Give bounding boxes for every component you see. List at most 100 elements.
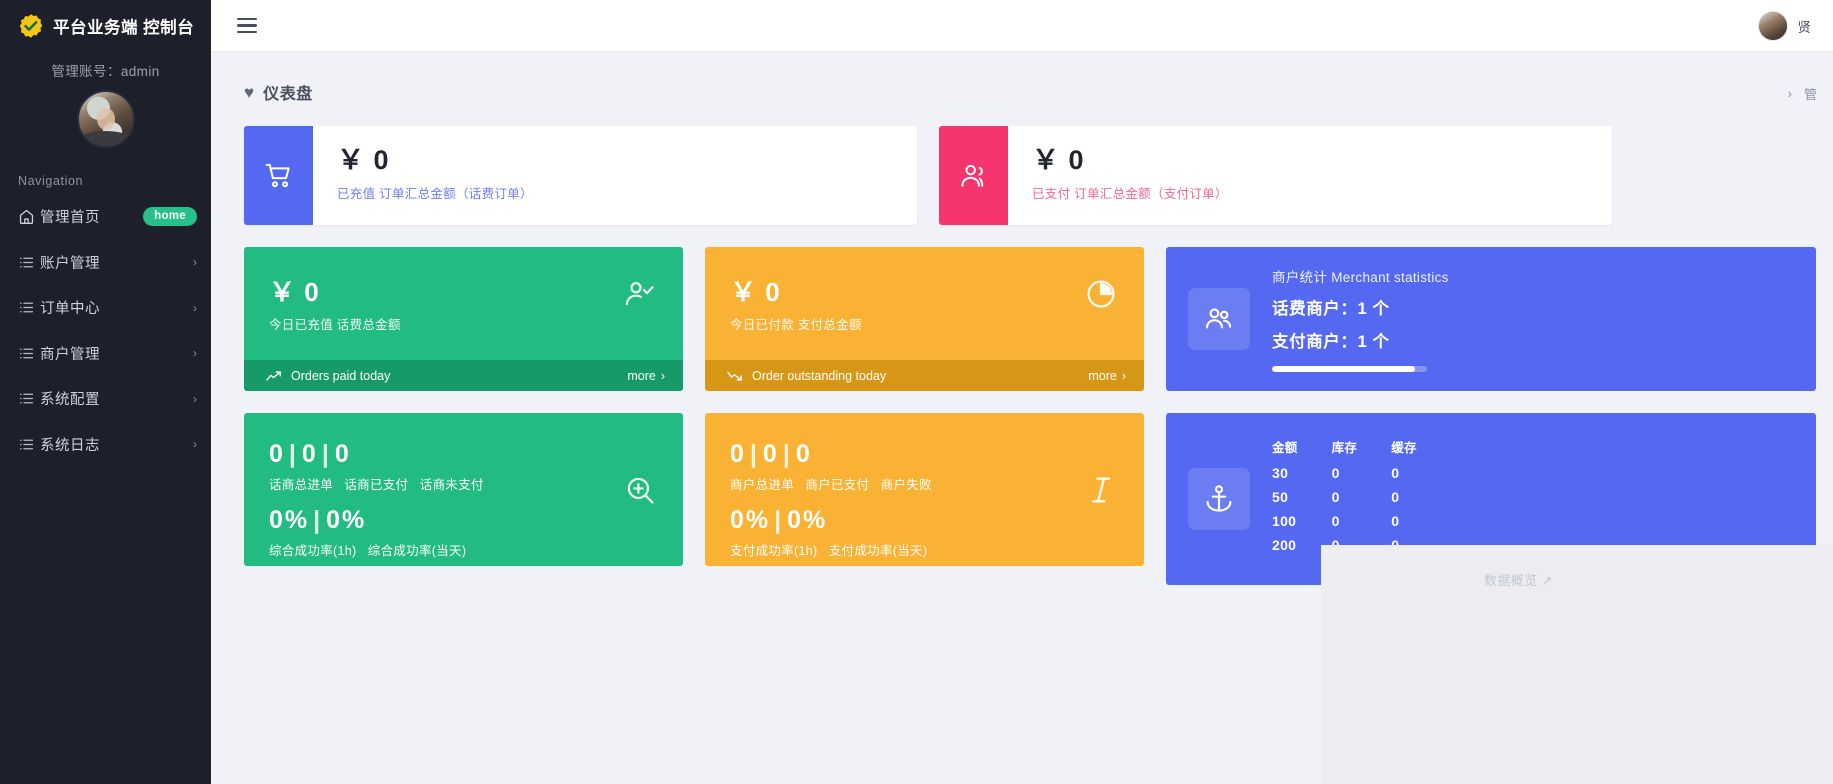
avatar[interactable] (76, 90, 135, 148)
summary-card-body: ￥ 0 已充值 订单汇总金额（话费订单） (313, 126, 917, 225)
more-label: more (627, 368, 656, 383)
count-value: 0 (795, 440, 812, 468)
count-label: 话商总进单 (269, 478, 334, 493)
count-label: 商户失败 (880, 478, 932, 493)
brand-title: 平台业务端 控制台 (53, 19, 195, 37)
merchant-phone-count: 话费商户：1 个 (1272, 300, 1390, 318)
merchant-pay-count: 支付商户：1 个 (1272, 333, 1390, 351)
avatar-image (1758, 11, 1787, 40)
more-link[interactable]: more › (627, 369, 665, 383)
stat-card-top: ￥ 0 今日已充值 话费总金额 (244, 247, 683, 360)
stat-card-footer[interactable]: Order outstanding today more › (705, 360, 1144, 391)
count-label: 商户总进单 (730, 478, 795, 493)
overlay-panel: 数据概览 ↗ 加载中 (1321, 545, 1833, 784)
count-label: 商户已支付 (805, 478, 870, 493)
stat-footer-label: Orders paid today (291, 368, 391, 383)
separator: | (288, 440, 298, 468)
stat-card-footer[interactable]: Orders paid today more › (244, 360, 683, 391)
merchant-panel-title: 商户统计 Merchant statistics (1272, 270, 1449, 285)
summary-card-paid[interactable]: ￥ 0 已支付 订单汇总金额（支付订单） (939, 126, 1612, 225)
chevron-right-icon: › (193, 391, 197, 406)
avatar[interactable] (1757, 10, 1788, 41)
separator: | (749, 440, 759, 468)
cell-amount: 50 (1272, 489, 1289, 505)
count-value: 0 (269, 440, 285, 468)
separator: | (782, 440, 792, 468)
table-row: 30 0 0 (1272, 465, 1451, 489)
sidebar-item-merchant[interactable]: 商户管理 › (0, 331, 211, 377)
count-label: 话商未支付 (419, 478, 484, 493)
rate-label: 综合成功率(1h) (269, 543, 357, 558)
pie-chart-icon (1084, 277, 1118, 311)
merchant-panel-text: 商户统计 Merchant statistics 话费商户：1 个 支付商户：1… (1272, 266, 1449, 372)
rate-value: 0% (787, 506, 828, 535)
anchor-icon (1188, 468, 1250, 530)
stat-subtitle: 今日已付款 支付总金额 (730, 318, 862, 333)
list-icon (18, 299, 40, 316)
summary-card-body: ￥ 0 已支付 订单汇总金额（支付订单） (1008, 126, 1612, 225)
sidebar-item-label: 订单中心 (40, 301, 100, 318)
sidebar-item-home[interactable]: 管理首页 home (0, 194, 211, 240)
stat-card-today-payment[interactable]: ￥ 0 今日已付款 支付总金额 Order outstanding today … (705, 247, 1144, 391)
cell-stock: 0 (1331, 489, 1340, 505)
sidebar-item-label: 系统日志 (40, 437, 100, 454)
rate-label: 支付成功率(当天) (828, 543, 928, 558)
sidebar-item-account[interactable]: 账户管理 › (0, 240, 211, 286)
shopping-cart-icon (244, 126, 313, 225)
count-card-merchant[interactable]: 0 | 0 | 0 商户总进单 商户已支付 商户失败 0% | 0% 支付成功率(1h) (705, 413, 1144, 566)
count-value: 0 (762, 440, 779, 468)
rate-value: 0% (326, 506, 367, 535)
summary-card-recharge[interactable]: ￥ 0 已充值 订单汇总金额（话费订单） (244, 126, 917, 225)
stat-footer-left: Order outstanding today (727, 369, 886, 383)
page-header: ♥ 仪表盘 › 管 (211, 52, 1833, 104)
phone-rates: 0% | 0% (269, 507, 683, 533)
sidebar-item-label: 账户管理 (40, 255, 100, 272)
stat-footer-left: Orders paid today (266, 369, 390, 383)
list-icon (18, 436, 40, 453)
rate-value: 0% (730, 506, 771, 535)
app-root: 平台业务端 控制台 管理账号：admin Navigation 管理首页 hom… (0, 0, 1833, 784)
list-icon (18, 345, 40, 362)
column-header-cache: 缓存 (1391, 441, 1417, 455)
dashboard-grid: ￥ 0 已充值 订单汇总金额（话费订单） ￥ 0 已支付 订单汇总金额（支付订单… (211, 104, 1833, 585)
sidebar-item-system-config[interactable]: 系统配置 › (0, 376, 211, 422)
chevron-right-icon: › (660, 368, 665, 383)
summary-subtitle: 已充值 订单汇总金额（话费订单） (337, 186, 533, 201)
sidebar: 平台业务端 控制台 管理账号：admin Navigation 管理首页 hom… (0, 0, 211, 784)
zoom-in-icon[interactable] (623, 473, 657, 507)
more-link[interactable]: more › (1088, 369, 1126, 383)
sidebar-item-system-log[interactable]: 系统日志 › (0, 422, 211, 468)
stat-amount: ￥ 0 (730, 277, 781, 307)
cell-amount: 30 (1272, 465, 1289, 481)
account-label: 管理账号：admin (51, 64, 160, 79)
hamburger-bar (237, 24, 257, 27)
avatar-wrapper (0, 90, 211, 148)
list-icon (18, 390, 40, 407)
separator: | (774, 506, 784, 535)
user-check-icon (623, 277, 657, 311)
brand[interactable]: 平台业务端 控制台 (0, 0, 211, 52)
chevron-right-icon: › (193, 346, 197, 361)
breadcrumb[interactable]: › 管 (1788, 84, 1817, 103)
trend-down-icon (727, 370, 743, 382)
merchant-statistics-panel[interactable]: 商户统计 Merchant statistics 话费商户：1 个 支付商户：1… (1166, 247, 1816, 391)
topbar-user[interactable]: 贤 (1757, 10, 1812, 41)
count-value: 0 (334, 440, 351, 468)
home-badge: home (143, 207, 197, 227)
stat-footer-label: Order outstanding today (752, 368, 887, 383)
rate-value: 0% (269, 506, 310, 535)
sidebar-item-orders[interactable]: 订单中心 › (0, 285, 211, 331)
hamburger-icon[interactable] (237, 17, 257, 34)
heart-icon: ♥ (244, 82, 255, 102)
cell-cache: 0 (1391, 513, 1400, 529)
table-header-row: 金额 库存 缓存 (1272, 437, 1451, 465)
sidebar-item-label: 商户管理 (40, 346, 100, 363)
stats-row: ￥ 0 今日已充值 话费总金额 Orders paid today more ›… (244, 247, 1833, 391)
summary-row: ￥ 0 已充值 订单汇总金额（话费订单） ￥ 0 已支付 订单汇总金额（支付订单… (244, 126, 1833, 225)
stat-card-today-recharge[interactable]: ￥ 0 今日已充值 话费总金额 Orders paid today more › (244, 247, 683, 391)
merchant-rates: 0% | 0% (730, 507, 1144, 533)
italic-icon[interactable] (1084, 473, 1118, 507)
topbar-username: 贤 (1797, 19, 1812, 35)
count-card-phone[interactable]: 0 | 0 | 0 话商总进单 话商已支付 话商未支付 0% | 0% 综合成功率(1h) (244, 413, 683, 566)
phone-count-labels: 话商总进单 话商已支付 话商未支付 (269, 474, 683, 493)
